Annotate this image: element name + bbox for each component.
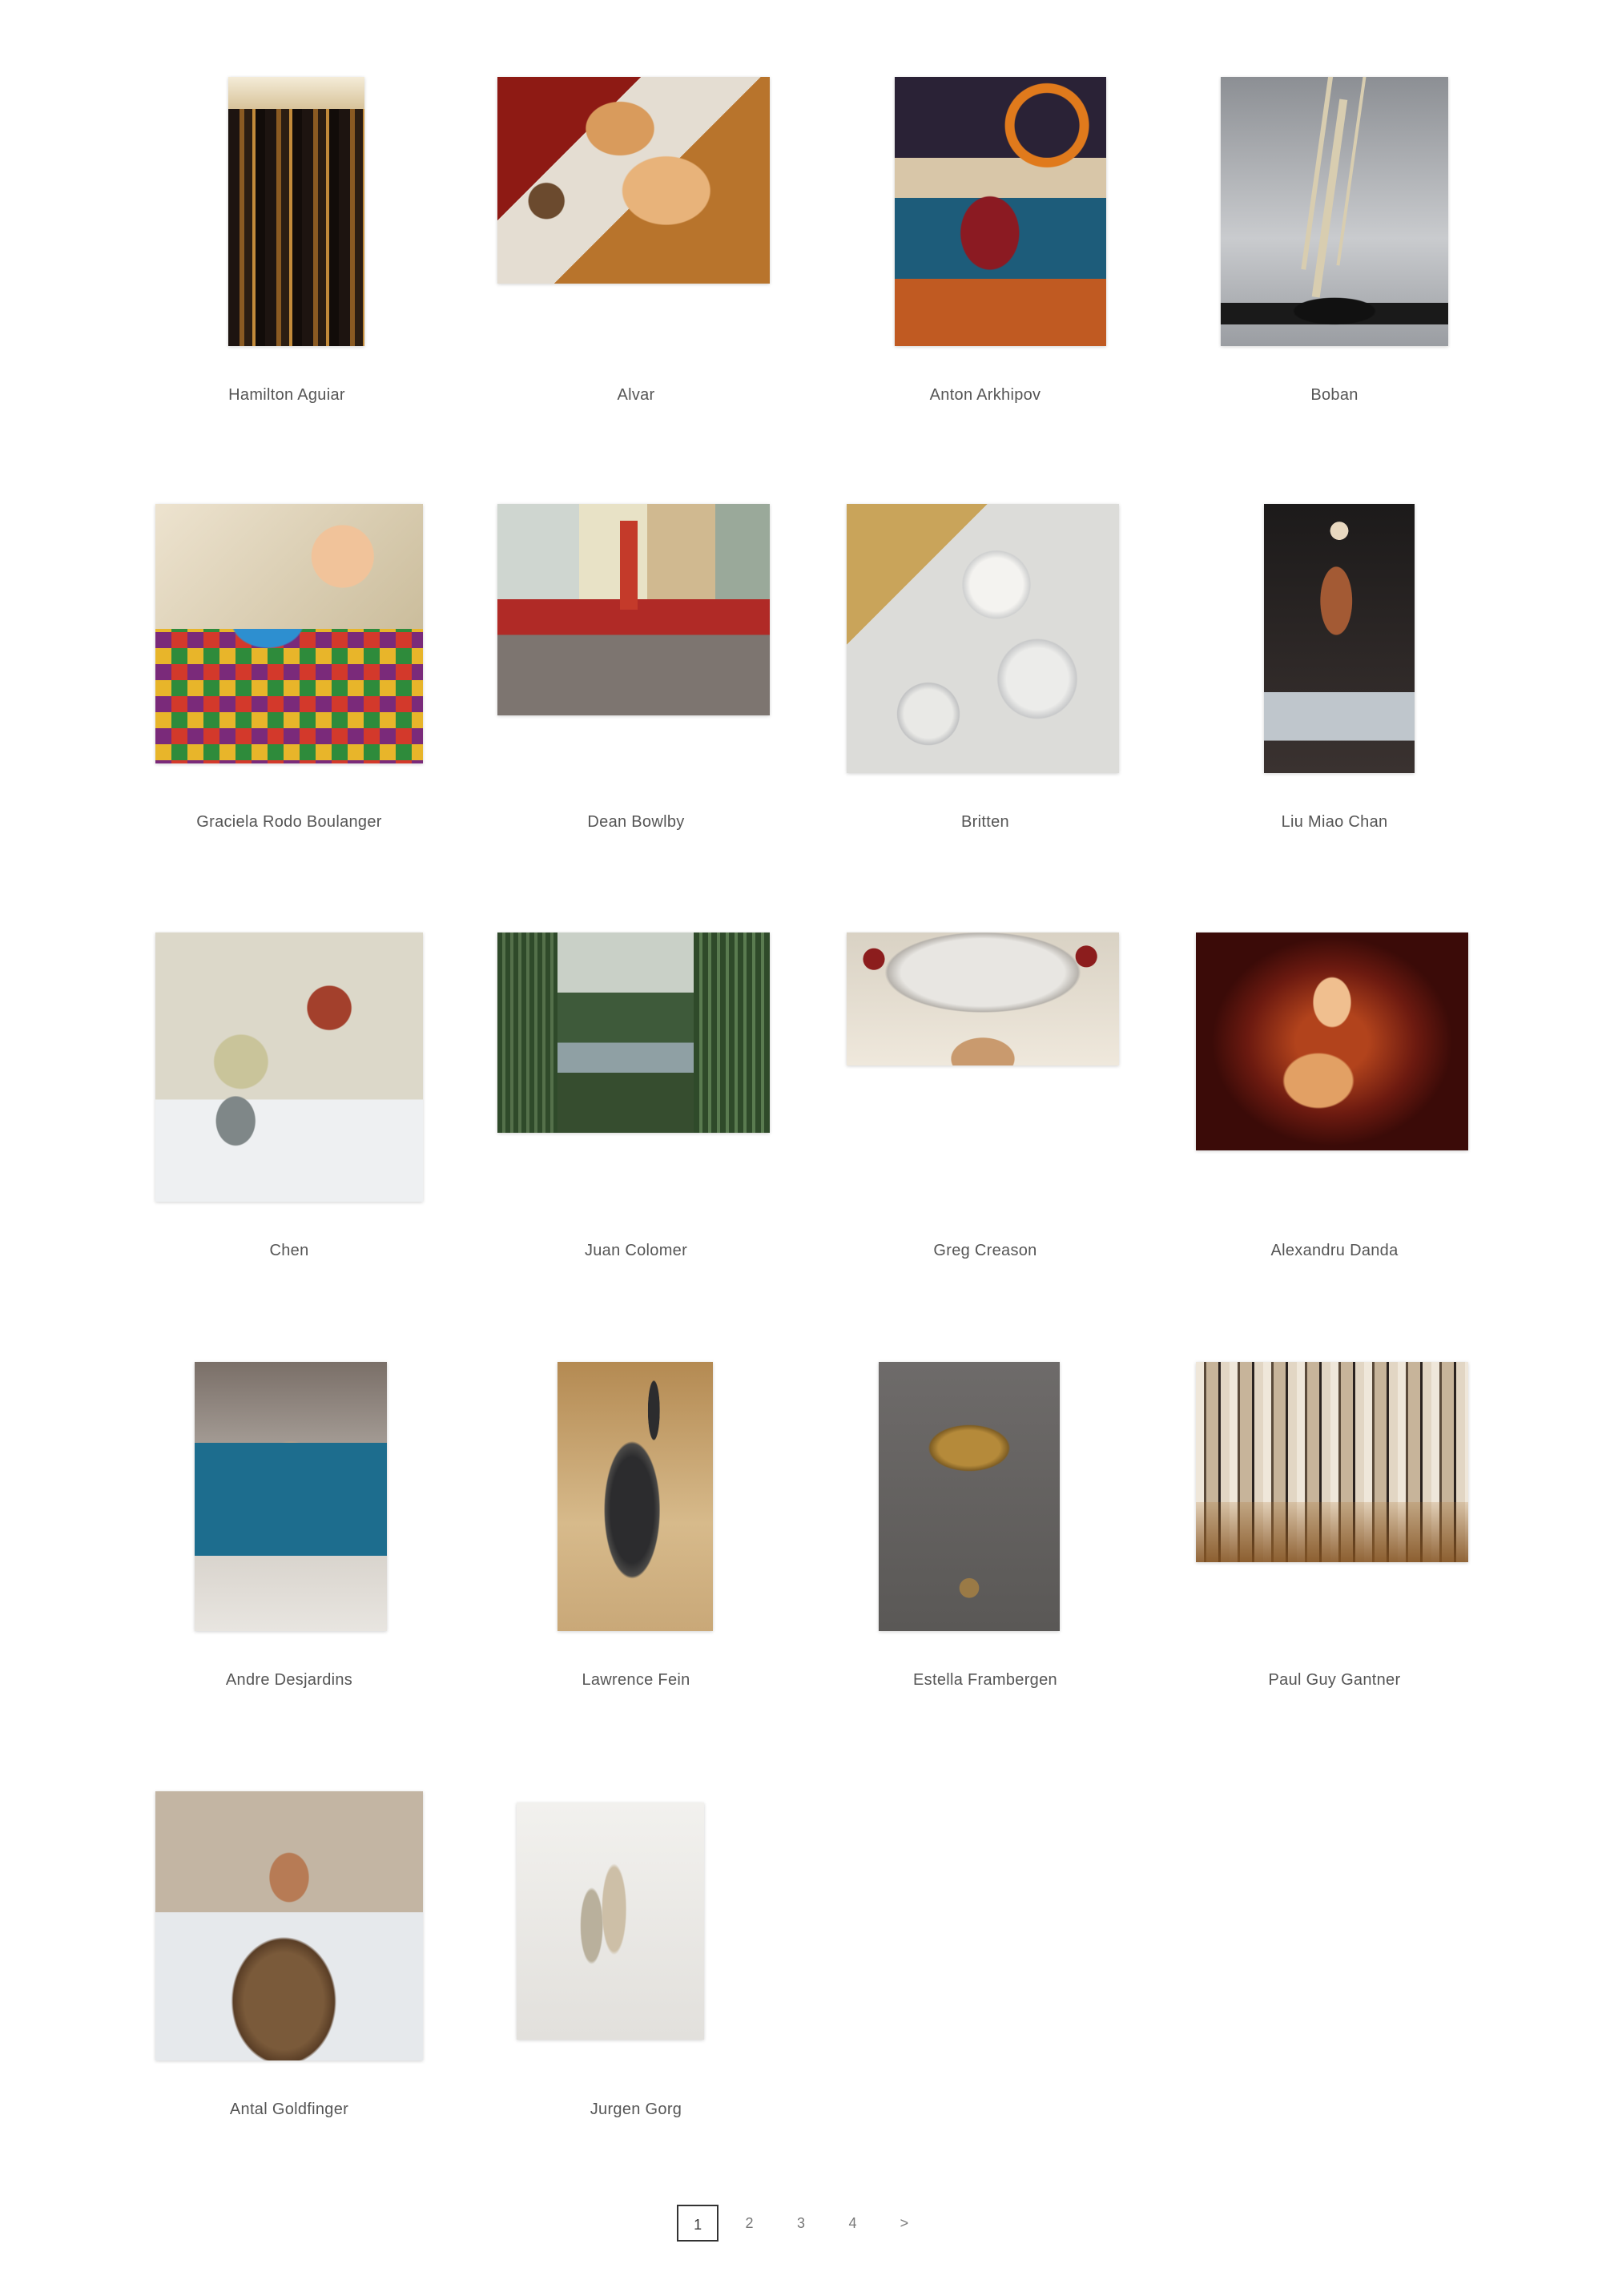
artist-name-link[interactable]: Liu Miao Chan xyxy=(1174,813,1495,832)
artist-card[interactable]: Dean Bowlby xyxy=(476,504,796,872)
artwork-thumbnail[interactable] xyxy=(228,77,364,346)
artwork-thumbnail[interactable] xyxy=(155,1791,423,2060)
artist-name-link[interactable]: Alexandru Danda xyxy=(1174,1242,1495,1260)
artist-card[interactable]: Chen xyxy=(155,932,476,1301)
thumbnail-container xyxy=(127,77,447,349)
artist-card[interactable]: Antal Goldfinger xyxy=(155,1791,476,2160)
artist-card[interactable]: Paul Guy Gantner xyxy=(1174,1362,1495,1730)
thumbnail-container xyxy=(155,932,476,1205)
artist-card[interactable]: Jurgen Gorg xyxy=(476,1791,796,2160)
thumbnail-container xyxy=(1174,932,1495,1205)
artist-name-link[interactable]: Graciela Rodo Boulanger xyxy=(129,813,449,832)
artist-card[interactable]: Anton Arkhipov xyxy=(825,77,1145,445)
thumbnail-container xyxy=(476,1791,796,2064)
artwork-thumbnail[interactable] xyxy=(497,932,770,1133)
thumbnail-container xyxy=(476,504,796,776)
artist-card[interactable]: Alvar xyxy=(476,77,796,445)
artwork-thumbnail[interactable] xyxy=(497,77,770,284)
thumbnail-container xyxy=(476,77,796,349)
artist-name-link[interactable]: Andre Desjardins xyxy=(129,1671,449,1690)
artist-name-link[interactable]: Jurgen Gorg xyxy=(476,2101,796,2119)
artwork-thumbnail[interactable] xyxy=(155,504,423,763)
artwork-thumbnail[interactable] xyxy=(557,1362,713,1631)
thumbnail-container xyxy=(155,504,476,776)
thumbnail-container xyxy=(825,504,1145,776)
thumbnail-container xyxy=(155,1791,476,2064)
artwork-thumbnail[interactable] xyxy=(895,77,1106,346)
artwork-thumbnail[interactable] xyxy=(195,1362,387,1631)
thumbnail-container xyxy=(1174,1362,1495,1634)
artist-name-link[interactable]: Juan Colomer xyxy=(476,1242,796,1260)
artist-name-link[interactable]: Chen xyxy=(129,1242,449,1260)
artwork-thumbnail[interactable] xyxy=(879,1362,1060,1631)
thumbnail-container xyxy=(825,932,1145,1205)
artwork-thumbnail[interactable] xyxy=(847,504,1119,773)
thumbnail-container xyxy=(155,1362,476,1634)
artist-name-link[interactable]: Boban xyxy=(1174,386,1495,405)
artwork-thumbnail[interactable] xyxy=(155,932,423,1202)
page-4-link[interactable]: 4 xyxy=(831,2205,873,2242)
artist-card[interactable]: Graciela Rodo Boulanger xyxy=(155,504,476,872)
artist-name-link[interactable]: Paul Guy Gantner xyxy=(1174,1671,1495,1690)
artist-card[interactable]: Hamilton Aguiar xyxy=(127,77,447,445)
artist-card[interactable]: Liu Miao Chan xyxy=(1174,504,1495,872)
artist-name-link[interactable]: Britten xyxy=(825,813,1145,832)
thumbnail-container xyxy=(476,1362,796,1634)
artist-gallery: Hamilton Aguiar Alvar Anton Arkhipov Bob… xyxy=(0,0,1602,2296)
artwork-thumbnail[interactable] xyxy=(1221,77,1448,346)
thumbnail-container xyxy=(1174,77,1495,349)
artist-name-link[interactable]: Lawrence Fein xyxy=(476,1671,796,1690)
thumbnail-container xyxy=(825,77,1145,349)
artist-name-link[interactable]: Dean Bowlby xyxy=(476,813,796,832)
page-3-link[interactable]: 3 xyxy=(780,2205,822,2242)
artwork-thumbnail[interactable] xyxy=(497,504,770,715)
pagination: 1 2 3 4 > xyxy=(0,2205,1602,2243)
thumbnail-container xyxy=(476,932,796,1205)
artist-card[interactable]: Boban xyxy=(1174,77,1495,445)
artist-card[interactable]: Britten xyxy=(825,504,1145,872)
artist-card[interactable]: Lawrence Fein xyxy=(476,1362,796,1730)
page-1-link[interactable]: 1 xyxy=(677,2205,719,2242)
artist-card[interactable]: Estella Frambergen xyxy=(825,1362,1145,1730)
artist-card[interactable]: Juan Colomer xyxy=(476,932,796,1301)
artwork-thumbnail[interactable] xyxy=(1264,504,1415,773)
artist-name-link[interactable]: Antal Goldfinger xyxy=(129,2101,449,2119)
artist-name-link[interactable]: Anton Arkhipov xyxy=(825,386,1145,405)
artwork-thumbnail[interactable] xyxy=(517,1803,704,2040)
artist-name-link[interactable]: Estella Frambergen xyxy=(825,1671,1145,1690)
artist-card[interactable]: Andre Desjardins xyxy=(155,1362,476,1730)
artist-card[interactable]: Greg Creason xyxy=(825,932,1145,1301)
artwork-thumbnail[interactable] xyxy=(1196,1362,1468,1562)
artist-name-link[interactable]: Alvar xyxy=(476,386,796,405)
artist-name-link[interactable]: Hamilton Aguiar xyxy=(127,386,447,405)
artist-card[interactable]: Alexandru Danda xyxy=(1174,932,1495,1301)
page-2-link[interactable]: 2 xyxy=(729,2205,771,2242)
thumbnail-container xyxy=(1174,504,1495,776)
artwork-thumbnail[interactable] xyxy=(847,932,1119,1065)
artist-name-link[interactable]: Greg Creason xyxy=(825,1242,1145,1260)
thumbnail-container xyxy=(825,1362,1145,1634)
artwork-thumbnail[interactable] xyxy=(1196,932,1468,1150)
next-page-icon[interactable]: > xyxy=(884,2205,925,2242)
